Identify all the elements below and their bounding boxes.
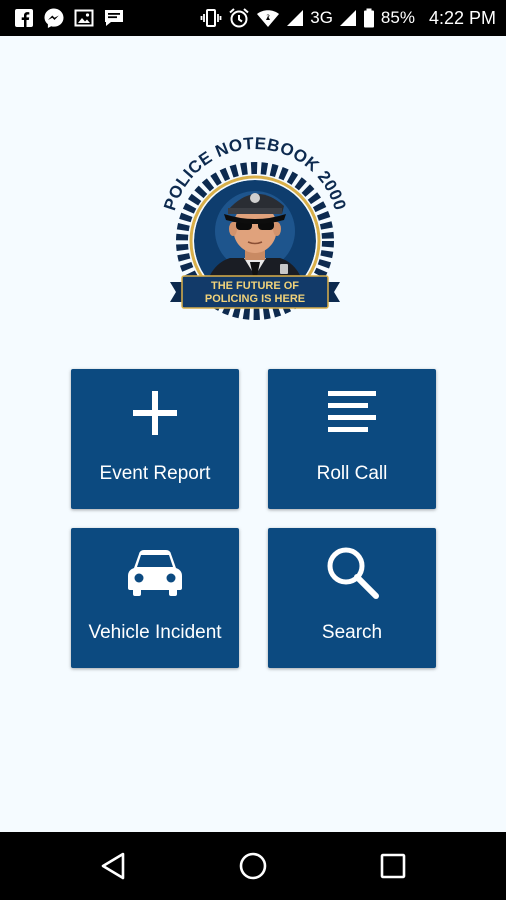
event-report-button[interactable]: Event Report bbox=[71, 369, 239, 509]
vehicle-incident-label: Vehicle Incident bbox=[88, 622, 222, 643]
list-icon bbox=[268, 387, 436, 439]
notification-icons bbox=[14, 7, 125, 29]
search-icon bbox=[268, 546, 436, 599]
network-type: 3G bbox=[310, 8, 333, 27]
event-report-label: Event Report bbox=[99, 463, 211, 484]
vehicle-incident-button[interactable]: Vehicle Incident bbox=[71, 528, 239, 668]
logo-banner-line2: POLICING IS HERE bbox=[205, 293, 305, 305]
wifi-icon: ? bbox=[256, 8, 280, 28]
roll-call-button[interactable]: Roll Call bbox=[268, 369, 436, 509]
status-bar: ? 3G 85% 4:22 PM bbox=[0, 0, 506, 36]
navigation-bar bbox=[0, 832, 506, 900]
search-button[interactable]: Search bbox=[268, 528, 436, 668]
vibrate-icon bbox=[200, 8, 222, 28]
message-icon bbox=[103, 7, 125, 29]
facebook-icon bbox=[14, 8, 34, 28]
app-screen: POLICE NOTEBOOK 2000 THE FUTURE OF POLIC… bbox=[0, 36, 506, 832]
gallery-icon bbox=[74, 8, 94, 28]
clock: 4:22 PM bbox=[428, 7, 496, 28]
menu-grid: Event Report Roll Call Vehicle Incident … bbox=[71, 369, 437, 669]
home-icon[interactable] bbox=[233, 848, 273, 884]
svg-text:?: ? bbox=[267, 14, 271, 22]
back-icon[interactable] bbox=[94, 848, 134, 884]
signal-icon bbox=[286, 9, 304, 27]
battery-percent: 85% bbox=[380, 8, 415, 27]
recent-apps-icon[interactable] bbox=[373, 848, 413, 884]
signal-icon-2 bbox=[339, 9, 357, 27]
system-icons: ? 3G 85% 4:22 PM bbox=[200, 7, 496, 29]
alarm-icon bbox=[228, 7, 250, 29]
messenger-icon bbox=[43, 7, 65, 29]
roll-call-label: Roll Call bbox=[316, 463, 388, 484]
app-logo: POLICE NOTEBOOK 2000 THE FUTURE OF POLIC… bbox=[152, 134, 358, 326]
car-icon bbox=[71, 546, 239, 598]
plus-icon bbox=[71, 387, 239, 439]
logo-banner-line1: THE FUTURE OF bbox=[211, 280, 299, 292]
search-label: Search bbox=[321, 622, 383, 643]
battery-icon bbox=[363, 8, 375, 28]
